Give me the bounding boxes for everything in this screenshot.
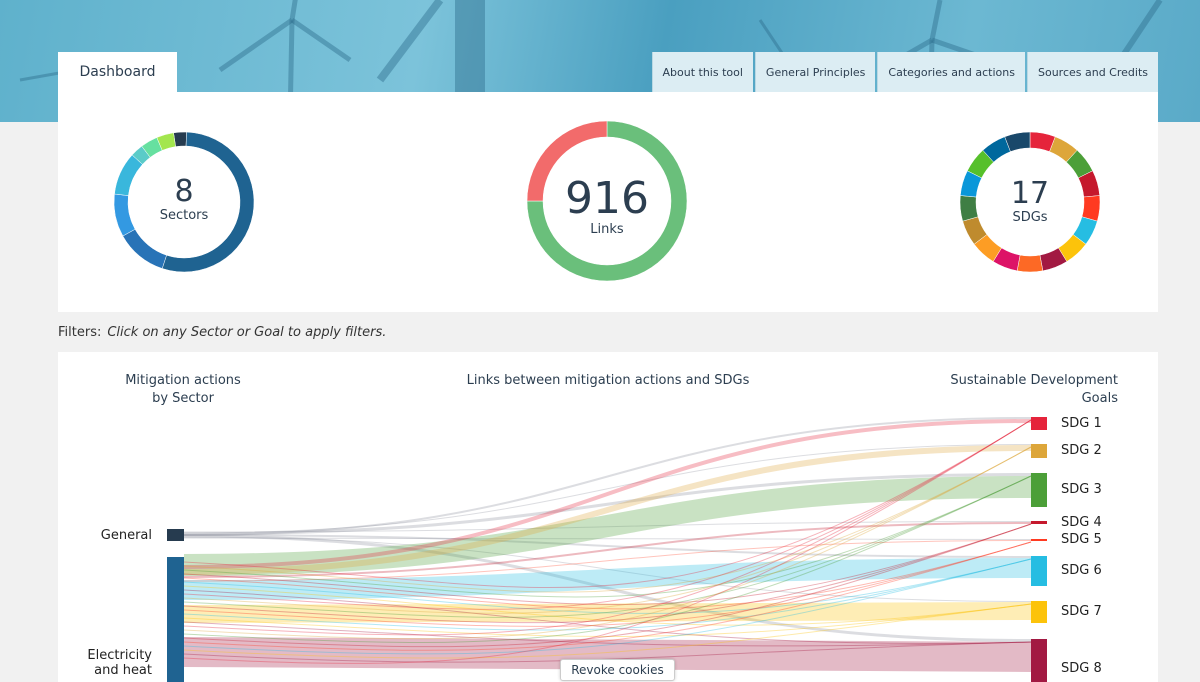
tab-sources-credits[interactable]: Sources and Credits [1026, 52, 1158, 92]
sdg-label[interactable]: SDG 3 [1061, 482, 1102, 497]
sdg-node[interactable] [1031, 444, 1047, 458]
sdg-node[interactable] [1031, 556, 1047, 586]
revoke-cookies-button[interactable]: Revoke cookies [560, 659, 675, 681]
sector-label-general[interactable]: General [101, 528, 152, 543]
filters-label: Filters: [58, 325, 102, 340]
sector-node[interactable] [167, 529, 184, 541]
sankey-link[interactable] [183, 476, 1032, 576]
sdg-node[interactable] [1031, 539, 1047, 541]
sectors-column-title: Mitigation actions by Sector [125, 373, 241, 406]
sdg-node[interactable] [1031, 601, 1047, 623]
sdgs-label: SDGs [1012, 210, 1048, 225]
sdg-label[interactable]: SDG 4 [1061, 515, 1102, 530]
sdg-label[interactable]: SDG 5 [1061, 532, 1102, 547]
sdg-node[interactable] [1031, 639, 1047, 682]
tab-categories-actions[interactable]: Categories and actions [877, 52, 1025, 92]
nav-tabs: About this tool General Principles Categ… [651, 52, 1158, 92]
filters-bar: Filters: Click on any Sector or Goal to a… [58, 325, 386, 340]
sector-node[interactable] [167, 557, 184, 682]
links-count: 916 [565, 173, 649, 224]
sector-label-electricity[interactable]: Electricity and heat [87, 648, 152, 678]
sectors-count: 8 [174, 174, 194, 209]
sectors-label: Sectors [159, 208, 209, 223]
sdg-node[interactable] [1031, 521, 1047, 524]
sdg-label[interactable]: SDG 6 [1061, 563, 1102, 578]
filters-hint: Click on any Sector or Goal to apply fil… [107, 325, 387, 340]
sdg-label[interactable]: SDG 8 [1061, 661, 1102, 676]
links-summary: 916 Links [537, 173, 677, 238]
sdg-node[interactable] [1031, 473, 1047, 507]
sdg-label[interactable]: SDG 1 [1061, 416, 1102, 431]
sdgs-summary: 17 SDGs [960, 176, 1100, 226]
sdg-node[interactable] [1031, 417, 1047, 430]
links-label: Links [590, 222, 624, 237]
tab-dashboard[interactable]: Dashboard [58, 52, 177, 92]
tab-general-principles[interactable]: General Principles [754, 52, 876, 92]
tab-about[interactable]: About this tool [651, 52, 753, 92]
sankey-links [183, 417, 1032, 672]
sankey-panel: Mitigation actions by Sector Links betwe… [58, 352, 1158, 682]
links-column-title: Links between mitigation actions and SDG… [466, 373, 750, 388]
sdg-segment-9[interactable] [1016, 254, 1044, 272]
sector-segment-3[interactable] [122, 228, 167, 269]
sdg-label[interactable]: SDG 2 [1061, 443, 1102, 458]
sdgs-count: 17 [1010, 176, 1050, 211]
sdgs-column-title: Sustainable Development Goals [950, 373, 1118, 406]
summary-panel: 8 Sectors 916 Links 17 SDGs [58, 92, 1158, 312]
sdg-label[interactable]: SDG 7 [1061, 604, 1102, 619]
sectors-summary: 8 Sectors [114, 174, 254, 224]
